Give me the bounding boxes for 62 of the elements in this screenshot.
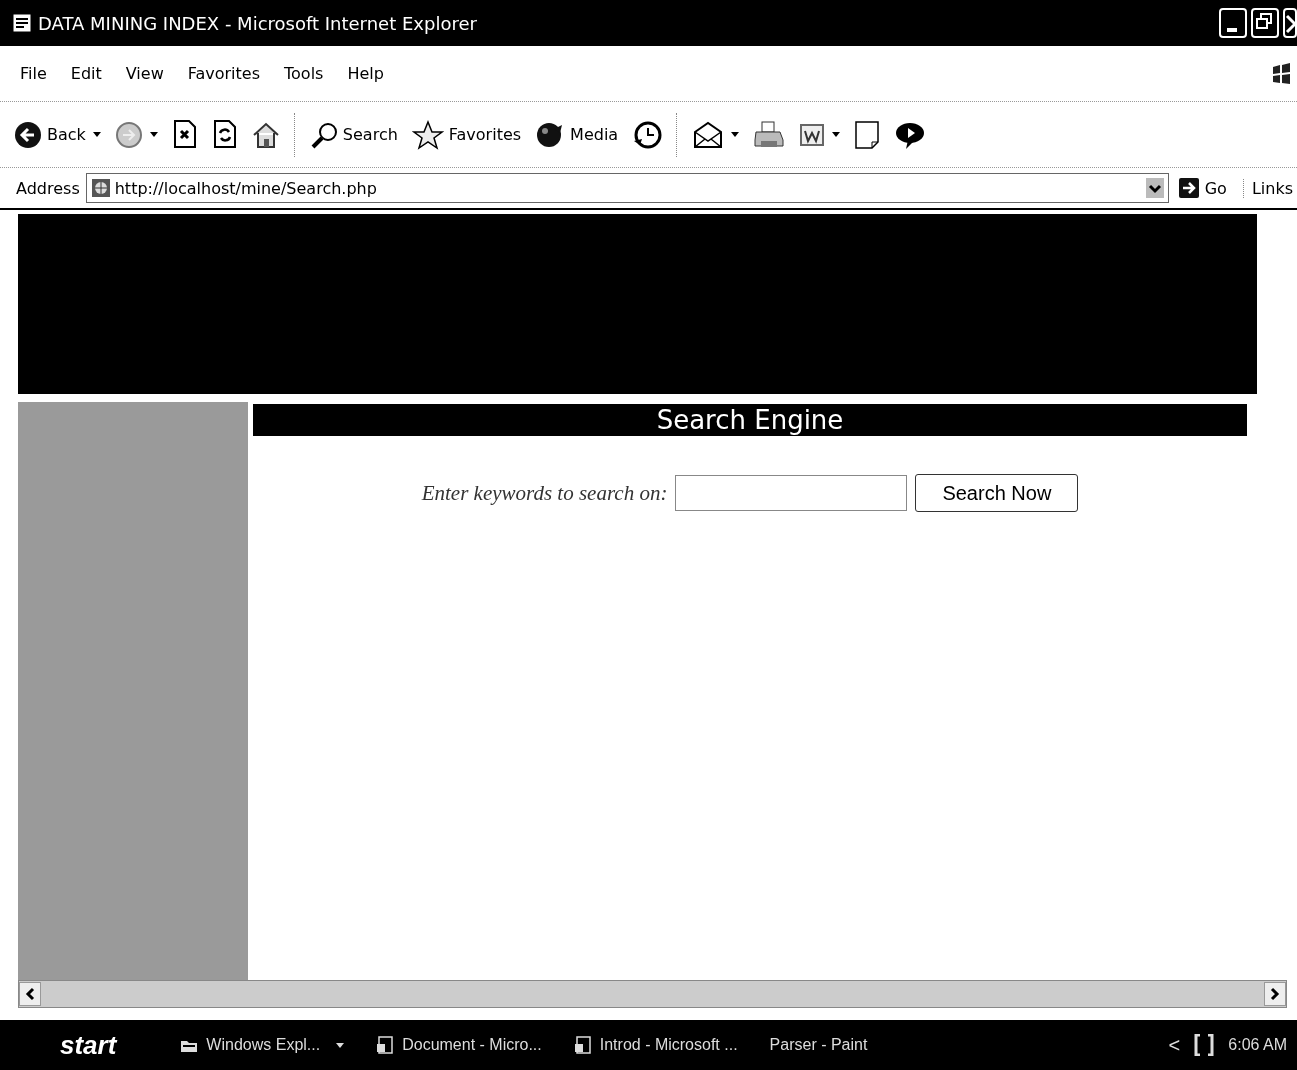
go-button[interactable]: Go [1174, 178, 1237, 198]
forward-arrow-button[interactable] [114, 120, 158, 149]
taskbar-item[interactable]: Introd - Microsoft ... [573, 1036, 738, 1054]
menu-item[interactable]: Tools [284, 64, 324, 83]
dropdown-caret-icon[interactable] [149, 132, 158, 137]
home-icon [251, 120, 280, 149]
media-globe-button[interactable]: Media [535, 120, 619, 149]
menu-item[interactable]: View [125, 64, 164, 83]
stop-page-icon [171, 120, 198, 149]
refresh-page-button[interactable] [211, 120, 238, 149]
star-icon [411, 119, 444, 150]
dropdown-caret-icon[interactable] [832, 132, 841, 137]
history-clock-button[interactable] [632, 120, 663, 149]
search-now-button[interactable]: Search Now [915, 474, 1079, 512]
page-heading: Search Engine [253, 404, 1247, 436]
search-prompt: Enter keywords to search on: [421, 480, 668, 506]
search-button[interactable]: Search [309, 120, 398, 149]
word-document-button[interactable] [799, 121, 841, 148]
tray-toggle-button[interactable]: < [1168, 1033, 1181, 1057]
word-document-icon [799, 121, 826, 148]
scroll-left-icon[interactable] [19, 982, 41, 1006]
taskbar-item[interactable]: Windows Expl... [180, 1036, 345, 1054]
refresh-page-icon [211, 120, 238, 149]
dropdown-caret-icon[interactable] [92, 132, 101, 137]
links-button[interactable]: Links [1242, 178, 1293, 198]
printer-button[interactable] [753, 119, 786, 150]
menu-item[interactable]: Edit [70, 64, 102, 83]
envelope-button[interactable] [692, 119, 740, 150]
taskbar-item[interactable]: Document - Micro... [376, 1036, 542, 1054]
back-arrow-button[interactable]: Back [14, 120, 101, 149]
dropdown-caret-icon[interactable] [336, 1042, 345, 1048]
address-label: Address [16, 178, 80, 198]
search-field[interactable] [675, 475, 908, 511]
home-button[interactable] [251, 120, 280, 149]
window-title: DATA MINING INDEX - Microsoft Internet Explorer [38, 12, 477, 34]
horizontal-scrollbar[interactable] [18, 980, 1287, 1008]
search-icon [309, 120, 338, 149]
address-field[interactable]: http://localhost/mine/Search.php [85, 173, 1169, 203]
restore-icon[interactable] [1251, 8, 1279, 38]
document-icon [376, 1036, 395, 1054]
go-arrow-icon [1178, 178, 1199, 198]
browser-page-icon [12, 13, 32, 33]
dropdown-caret-icon[interactable] [731, 132, 740, 137]
menu-item[interactable]: Help [347, 64, 384, 83]
history-clock-icon [632, 120, 663, 149]
envelope-icon [692, 119, 725, 150]
minimize-icon[interactable] [1219, 8, 1247, 38]
blank-page-button[interactable] [854, 119, 881, 150]
clock: 6:06 AM [1228, 1036, 1287, 1054]
star-button[interactable]: Favorites [411, 119, 522, 150]
page-icon [90, 178, 111, 198]
printer-icon [753, 119, 786, 150]
stop-page-button[interactable] [171, 120, 198, 149]
menu-item[interactable]: Favorites [187, 64, 260, 83]
bracket-icon[interactable] [1194, 1034, 1215, 1056]
document-icon [573, 1036, 592, 1054]
taskbar-item[interactable]: Parser - Paint [769, 1036, 868, 1054]
scroll-right-icon[interactable] [1264, 982, 1286, 1006]
menu-item[interactable]: File [20, 64, 47, 83]
start-button[interactable]: start [60, 1029, 117, 1061]
windows-flag-icon [1271, 62, 1291, 85]
blank-page-icon [854, 119, 881, 150]
